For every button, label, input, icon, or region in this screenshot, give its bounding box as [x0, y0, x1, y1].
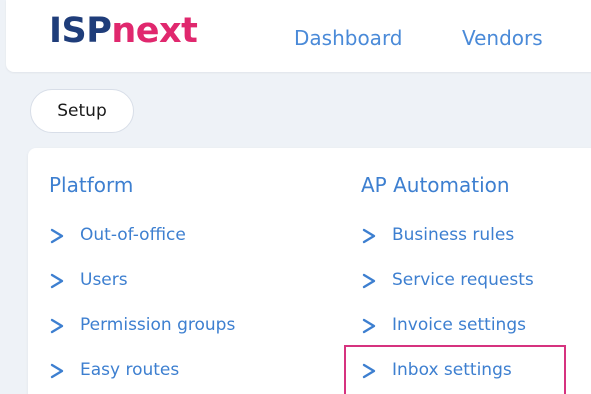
menu-item-out-of-office[interactable]: Out-of-office [50, 227, 186, 244]
menu-item-business-rules[interactable]: Business rules [362, 227, 514, 244]
ap-automation-heading: AP Automation [361, 173, 510, 197]
menu-item-inbox-settings[interactable]: Inbox settings [362, 362, 512, 379]
menu-item-label: Out-of-office [80, 225, 186, 245]
menu-item-label: Service requests [392, 270, 534, 290]
menu-item-users[interactable]: Users [50, 272, 128, 289]
menu-item-label: Easy routes [80, 360, 180, 380]
chevron-right-icon [50, 318, 64, 334]
chevron-right-icon [362, 228, 376, 244]
chevron-right-icon [362, 363, 376, 379]
menu-item-permission-groups[interactable]: Permission groups [50, 317, 235, 334]
isp-next-logo[interactable]: ISPnext [49, 11, 198, 51]
menu-item-label: Inbox settings [392, 360, 512, 380]
menu-item-label: Permission groups [80, 315, 236, 335]
logo-isp-text: ISP [49, 11, 112, 51]
nav-dashboard-link[interactable]: Dashboard [294, 28, 403, 48]
chevron-right-icon [50, 228, 64, 244]
menu-item-service-requests[interactable]: Service requests [362, 272, 534, 289]
logo-next-text: next [111, 11, 198, 51]
chevron-right-icon [50, 363, 64, 379]
chevron-right-icon [362, 273, 376, 289]
nav-vendors-link[interactable]: Vendors [462, 28, 543, 48]
menu-item-label: Users [80, 270, 128, 290]
page: ISPnext Dashboard Vendors Setup Platform… [0, 0, 591, 394]
menu-item-invoice-settings[interactable]: Invoice settings [362, 317, 526, 334]
chevron-right-icon [362, 318, 376, 334]
menu-item-label: Invoice settings [392, 315, 526, 335]
platform-heading: Platform [49, 173, 134, 197]
menu-item-easy-routes[interactable]: Easy routes [50, 362, 179, 379]
menu-item-label: Business rules [392, 225, 515, 245]
chevron-right-icon [50, 273, 64, 289]
setup-button[interactable]: Setup [30, 89, 134, 133]
